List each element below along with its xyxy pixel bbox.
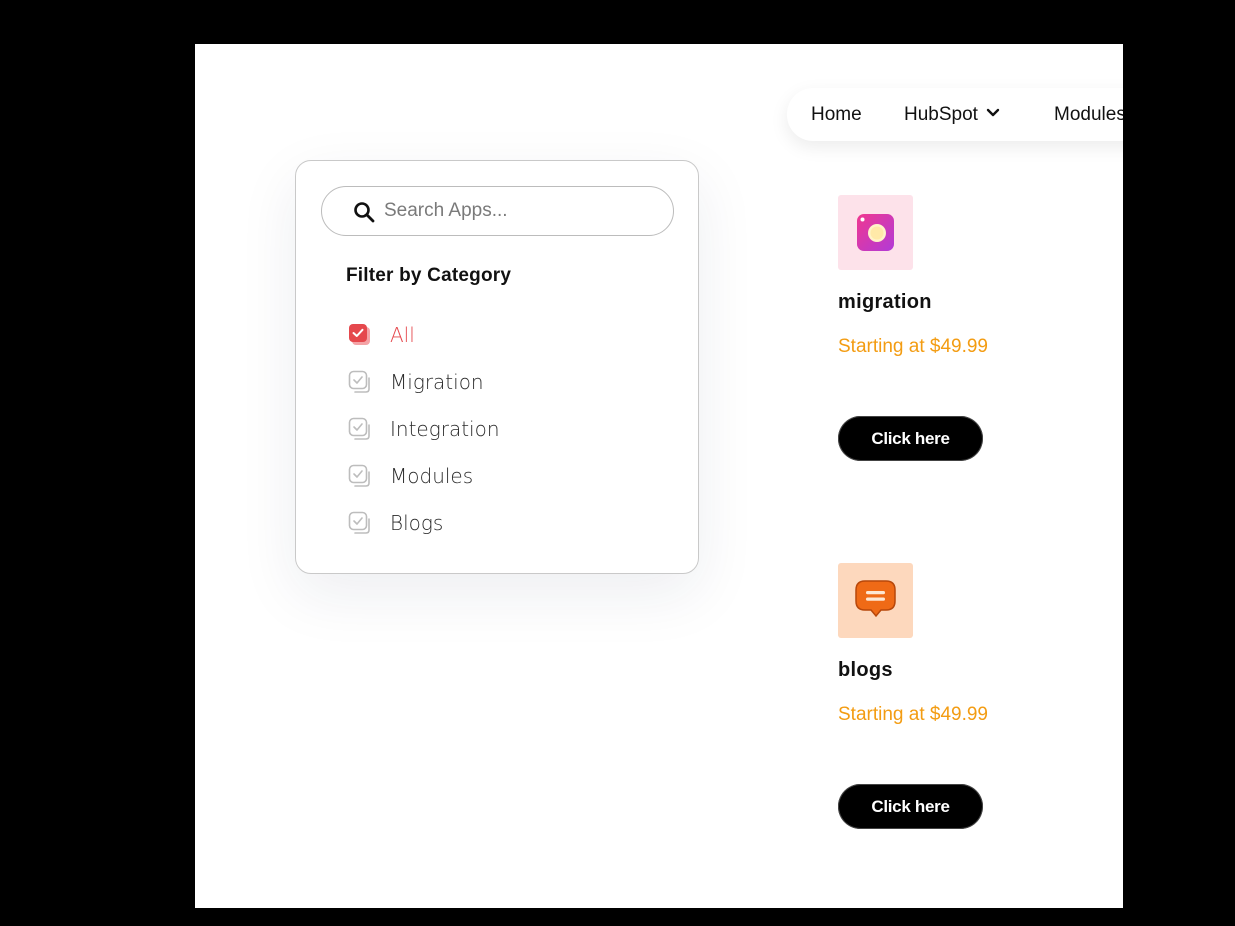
chevron-down-icon — [986, 109, 1000, 117]
category-label: Blogs — [390, 511, 444, 535]
category-item-integration[interactable]: Integration — [348, 415, 648, 462]
product-price: Starting at $49.99 — [838, 704, 988, 725]
click-here-button[interactable]: Click here — [838, 416, 983, 461]
category-label: Integration — [390, 417, 500, 441]
category-item-all[interactable]: All — [348, 321, 648, 368]
nav-home-link[interactable]: Home — [811, 88, 862, 141]
category-label: Migration — [390, 370, 484, 394]
top-nav: Home HubSpot Modules — [787, 88, 1123, 141]
category-list: All Migration Integration Modules Blogs — [348, 321, 648, 556]
camera-app-icon — [857, 214, 894, 251]
product-icon-tile — [838, 195, 913, 270]
page-viewport: Home HubSpot Modules Filter by Category … — [195, 44, 1123, 908]
search-box — [321, 186, 674, 236]
nav-modules-link[interactable]: Modules — [1054, 88, 1123, 141]
nav-hubspot-dropdown[interactable]: HubSpot — [904, 88, 1000, 141]
search-input[interactable] — [384, 187, 654, 235]
category-label: Modules — [390, 464, 474, 488]
category-item-blogs[interactable]: Blogs — [348, 509, 648, 556]
product-name: blogs — [838, 659, 893, 681]
product-price: Starting at $49.99 — [838, 336, 988, 357]
checkbox-unchecked-icon — [348, 464, 370, 487]
product-icon-tile — [838, 563, 913, 638]
checkbox-unchecked-icon — [348, 511, 370, 534]
checkbox-unchecked-icon — [348, 370, 370, 393]
filter-panel: Filter by Category All Migration — [295, 160, 699, 574]
category-label: All — [390, 323, 415, 347]
click-here-button[interactable]: Click here — [838, 784, 983, 829]
search-icon — [354, 202, 375, 223]
nav-hubspot-label: HubSpot — [904, 104, 978, 125]
category-item-modules[interactable]: Modules — [348, 462, 648, 509]
category-item-migration[interactable]: Migration — [348, 368, 648, 415]
checkbox-checked-icon — [349, 324, 370, 345]
product-name: migration — [838, 291, 932, 313]
filter-title: Filter by Category — [346, 265, 512, 286]
checkbox-unchecked-icon — [348, 417, 370, 440]
chat-bubble-icon — [855, 580, 896, 618]
